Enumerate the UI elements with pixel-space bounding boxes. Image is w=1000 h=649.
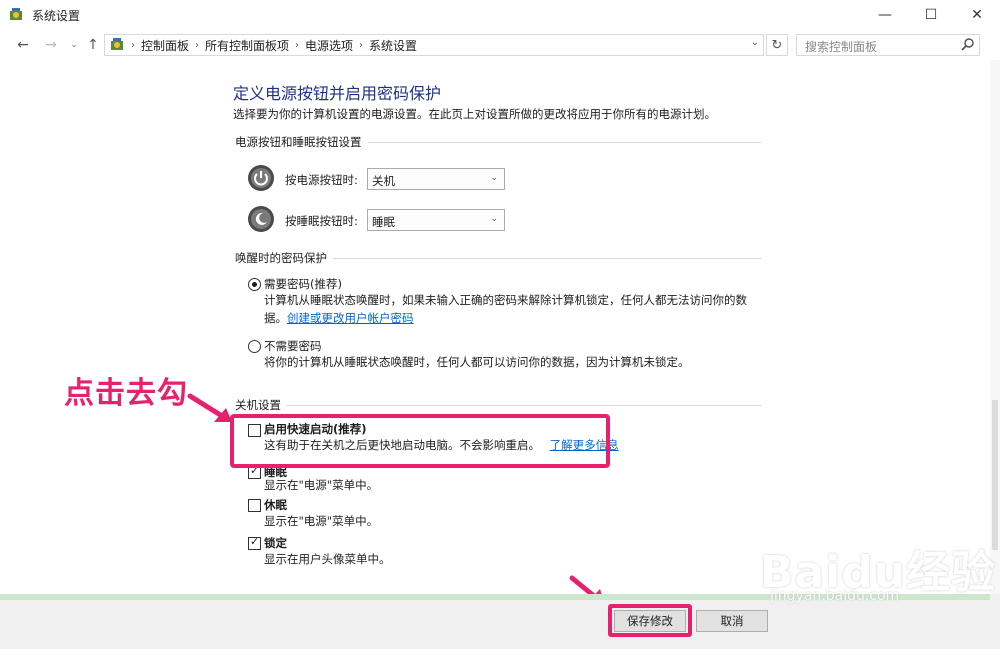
- group-divider: [235, 405, 761, 406]
- breadcrumb-control-panel[interactable]: 控制面板: [141, 37, 189, 54]
- chevron-down-icon: ⌄: [490, 214, 498, 224]
- back-button[interactable]: ←: [12, 34, 34, 56]
- vertical-scrollbar[interactable]: [990, 60, 1000, 594]
- hibernate-menu-description: 显示在"电源"菜单中。: [264, 514, 379, 528]
- refresh-button[interactable]: ↻: [766, 34, 788, 56]
- fast-startup-highlight-box: [230, 414, 610, 468]
- sleep-button-action-select[interactable]: 睡眠 ⌄: [367, 209, 505, 231]
- breadcrumb-system-settings[interactable]: 系统设置: [369, 37, 417, 54]
- search-icon[interactable]: [960, 37, 976, 53]
- chevron-down-icon[interactable]: ⌄: [751, 37, 759, 48]
- power-buttons-group: 电源按钮和睡眠按钮设置: [235, 134, 761, 150]
- up-button[interactable]: ↑: [82, 34, 104, 56]
- power-button-icon: [248, 165, 274, 191]
- lock-menu-checkbox[interactable]: [248, 535, 261, 550]
- shutdown-heading: 关机设置: [235, 397, 287, 413]
- require-password-label[interactable]: 需要密码(推荐): [264, 276, 342, 292]
- shutdown-group: 关机设置: [235, 397, 761, 413]
- hibernate-menu-checkbox[interactable]: [248, 499, 261, 512]
- sleep-button-action-value: 睡眠: [372, 215, 395, 229]
- power-button-action-value: 关机: [372, 174, 395, 188]
- breadcrumb-power-options[interactable]: 电源选项: [305, 37, 353, 54]
- sleep-button-icon: [248, 206, 274, 232]
- maximize-button[interactable]: ☐: [908, 0, 954, 30]
- address-bar-row: ← → ⌄ ↑ › 控制面板 › 所有控制面板项 › 电源选项 › 系统设置 ⌄…: [0, 30, 1000, 60]
- password-group: 唤醒时的密码保护: [235, 250, 761, 266]
- minimize-button[interactable]: —: [862, 0, 908, 30]
- no-password-radio[interactable]: [248, 340, 261, 353]
- lock-menu-label[interactable]: 锁定: [264, 535, 287, 551]
- breadcrumb-separator: ›: [295, 39, 300, 51]
- hibernate-menu-label[interactable]: 休眠: [264, 497, 287, 513]
- power-button-label: 按电源按钮时:: [285, 173, 358, 187]
- close-button[interactable]: ✕: [954, 0, 1000, 30]
- title-bar: 系统设置 — ☐ ✕: [0, 0, 1000, 30]
- scrollbar-thumb[interactable]: [992, 400, 998, 550]
- save-button-highlight-box: [608, 604, 692, 637]
- page-description: 选择要为你的计算机设置的电源设置。在此页上对设置所做的更改将应用于你所有的电源计…: [233, 107, 716, 121]
- require-password-radio[interactable]: [248, 278, 261, 291]
- chevron-down-icon: ⌄: [490, 173, 498, 183]
- annotation-arrow-icon: [187, 393, 232, 422]
- breadcrumb-all-items[interactable]: 所有控制面板项: [205, 37, 289, 54]
- power-buttons-heading: 电源按钮和睡眠按钮设置: [235, 134, 368, 150]
- no-password-label[interactable]: 不需要密码: [264, 338, 322, 354]
- breadcrumb-separator: ›: [131, 39, 135, 51]
- control-panel-icon: [111, 38, 123, 50]
- power-button-action-select[interactable]: 关机 ⌄: [367, 168, 505, 190]
- watermark-sub-text: jingyan.baidu.com: [770, 588, 900, 604]
- change-password-link[interactable]: 创建或更改用户帐户密码: [287, 311, 414, 325]
- annotation-text: 点击去勾: [64, 376, 188, 411]
- search-input[interactable]: 搜索控制面板: [796, 34, 980, 56]
- require-password-description: 计算机从睡眠状态唤醒时，如果未输入正确的密码来解除计算机锁定，任何人都无法访问你…: [264, 291, 747, 327]
- sleep-button-label: 按睡眠按钮时:: [285, 214, 358, 228]
- cancel-button[interactable]: 取消: [696, 610, 768, 632]
- window-title: 系统设置: [32, 9, 81, 23]
- baidu-watermark: Baidu经验 jingyan.baidu.com: [760, 536, 996, 604]
- require-password-desc-line1: 计算机从睡眠状态唤醒时，如果未输入正确的密码来解除计算机锁定，任何人都无法访问你…: [264, 293, 747, 307]
- lock-menu-description: 显示在用户头像菜单中。: [264, 552, 391, 566]
- forward-button[interactable]: →: [40, 34, 62, 56]
- page-title: 定义电源按钮并启用密码保护: [233, 84, 442, 103]
- no-password-description: 将你的计算机从睡眠状态唤醒时，任何人都可以访问你的数据，因为计算机未锁定。: [264, 355, 690, 369]
- require-password-desc-line2: 据。: [264, 311, 287, 325]
- breadcrumb-separator: ›: [195, 39, 200, 51]
- sleep-menu-description: 显示在"电源"菜单中。: [264, 478, 379, 492]
- control-panel-icon: [10, 8, 22, 20]
- address-field[interactable]: › 控制面板 › 所有控制面板项 › 电源选项 › 系统设置 ⌄: [104, 34, 764, 56]
- breadcrumb-separator: ›: [359, 39, 364, 51]
- password-heading: 唤醒时的密码保护: [235, 250, 333, 266]
